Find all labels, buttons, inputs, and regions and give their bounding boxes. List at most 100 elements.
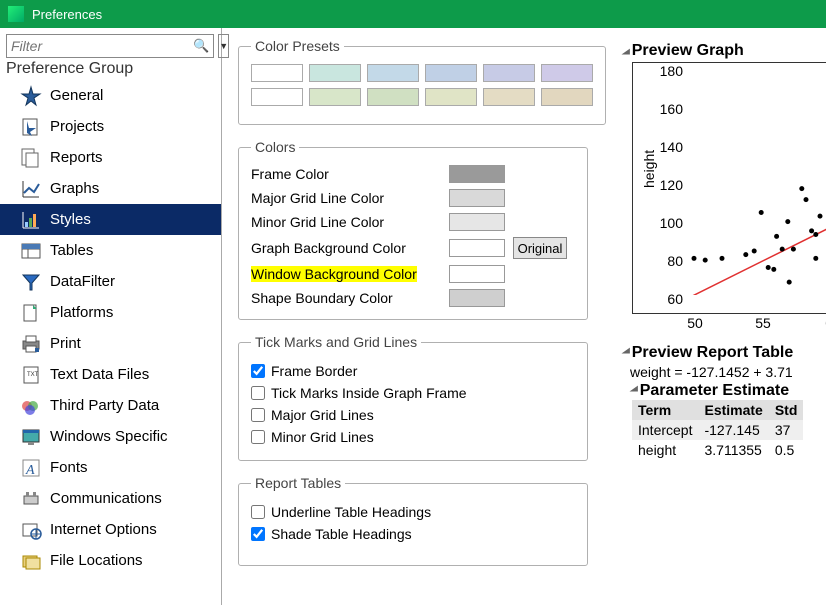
filter-input[interactable] — [11, 38, 193, 54]
tick-option-major-grid-lines[interactable]: Major Grid Lines — [251, 404, 575, 426]
sidebar-item-datafilter[interactable]: DataFilter — [0, 266, 221, 297]
sidebar-item-label: Projects — [50, 118, 104, 135]
ticks-legend: Tick Marks and Grid Lines — [251, 334, 421, 350]
sidebar-item-third-party-data[interactable]: Third Party Data — [0, 390, 221, 421]
sidebar-item-label: Tables — [50, 242, 93, 259]
styles-icon — [20, 209, 42, 231]
y-tick-label: 80 — [657, 253, 683, 269]
checkbox-label: Frame Border — [271, 363, 357, 379]
fonts-icon: A — [20, 457, 42, 479]
color-preset-swatch[interactable] — [541, 88, 593, 106]
window-title: Preferences — [32, 7, 102, 22]
sidebar-item-tables[interactable]: Tables — [0, 235, 221, 266]
sidebar-item-label: Communications — [50, 490, 162, 507]
checkbox[interactable] — [251, 527, 265, 541]
preview-graph-frame: height 1801601401201008060 50556 — [632, 62, 826, 314]
parameter-estimates-title: ◢ Parameter Estimate — [630, 382, 826, 400]
preview-graph-title: ◢ Preview Graph — [622, 42, 826, 60]
disclosure-icon[interactable]: ◢ — [622, 47, 630, 55]
sidebar-item-label: DataFilter — [50, 273, 115, 290]
checkbox[interactable] — [251, 505, 265, 519]
color-swatch[interactable] — [449, 165, 505, 183]
original-button[interactable]: Original — [513, 237, 567, 259]
sidebar-item-label: Text Data Files — [50, 366, 149, 383]
color-swatch[interactable] — [449, 213, 505, 231]
filter-icon — [20, 271, 42, 293]
color-row-label: Window Background Color — [251, 266, 441, 282]
tick-option-tick-marks-inside-graph-frame[interactable]: Tick Marks Inside Graph Frame — [251, 382, 575, 404]
checkbox[interactable] — [251, 408, 265, 422]
sidebar-item-label: Styles — [50, 211, 91, 228]
sidebar-item-text-data-files[interactable]: TXT Text Data Files — [0, 359, 221, 390]
sidebar-item-platforms[interactable]: Platforms — [0, 297, 221, 328]
color-swatch[interactable] — [449, 189, 505, 207]
search-icon[interactable]: 🔍 — [193, 38, 209, 54]
color-row-label: Major Grid Line Color — [251, 190, 441, 206]
sidebar-item-graphs[interactable]: Graphs — [0, 173, 221, 204]
color-swatch[interactable] — [449, 289, 505, 307]
sidebar-item-windows-specific[interactable]: Windows Specific — [0, 421, 221, 452]
x-tick-label: 55 — [755, 315, 771, 331]
color-preset-swatch[interactable] — [309, 88, 361, 106]
scatter-plot — [687, 75, 826, 295]
regression-equation: weight = -127.1452 + 3.71 — [630, 364, 826, 380]
svg-text:TXT: TXT — [27, 372, 39, 378]
sidebar-item-projects[interactable]: Projects — [0, 111, 221, 142]
color-swatch[interactable] — [449, 239, 505, 257]
report-option-underline-table-headings[interactable]: Underline Table Headings — [251, 501, 575, 523]
y-tick-label: 120 — [657, 177, 683, 193]
colors-group: Colors Frame ColorMajor Grid Line ColorM… — [238, 139, 588, 320]
table-header: Std — [769, 400, 804, 420]
sidebar-item-label: General — [50, 87, 103, 104]
sidebar-item-reports[interactable]: Reports — [0, 142, 221, 173]
tick-option-minor-grid-lines[interactable]: Minor Grid Lines — [251, 426, 575, 448]
color-preset-swatch[interactable] — [483, 64, 535, 82]
internet-icon — [20, 519, 42, 541]
sidebar-item-fonts[interactable]: AFonts — [0, 452, 221, 483]
reports-icon — [20, 147, 42, 169]
table-header: Term — [632, 400, 698, 420]
sidebar: 🔍 ▼ Preference Group GeneralProjectsRepo… — [0, 28, 222, 605]
checkbox[interactable] — [251, 364, 265, 378]
color-preset-swatch[interactable] — [425, 88, 477, 106]
filter-input-wrap[interactable]: 🔍 — [6, 34, 214, 58]
disclosure-icon[interactable]: ◢ — [630, 385, 638, 398]
graphs-icon — [20, 178, 42, 200]
color-presets-group: Color Presets — [238, 38, 606, 125]
table-cell: -127.145 — [698, 420, 768, 440]
y-axis-label: height — [641, 150, 657, 188]
color-preset-swatch[interactable] — [251, 64, 303, 82]
app-icon — [8, 6, 24, 22]
parameter-table: TermEstimateStdIntercept-127.14537height… — [632, 400, 803, 460]
y-tick-label: 140 — [657, 139, 683, 155]
sidebar-item-print[interactable]: Print — [0, 328, 221, 359]
sidebar-item-file-locations[interactable]: File Locations — [0, 545, 221, 576]
color-preset-swatch[interactable] — [309, 64, 361, 82]
tick-option-frame-border[interactable]: Frame Border — [251, 360, 575, 382]
checkbox[interactable] — [251, 386, 265, 400]
table-cell: 3.711355 — [698, 440, 768, 460]
color-swatch[interactable] — [449, 265, 505, 283]
sidebar-item-general[interactable]: General — [0, 80, 221, 111]
sidebar-item-label: Internet Options — [50, 521, 157, 538]
sidebar-item-label: Platforms — [50, 304, 113, 321]
color-preset-swatch[interactable] — [367, 88, 419, 106]
projects-icon — [20, 116, 42, 138]
report-option-shade-table-headings[interactable]: Shade Table Headings — [251, 523, 575, 545]
star-icon — [20, 85, 42, 107]
table-row: height3.7113550.5 — [632, 440, 803, 460]
color-row-label: Minor Grid Line Color — [251, 214, 441, 230]
title-bar: Preferences — [0, 0, 826, 28]
color-preset-swatch[interactable] — [425, 64, 477, 82]
sidebar-item-internet-options[interactable]: Internet Options — [0, 514, 221, 545]
color-preset-swatch[interactable] — [251, 88, 303, 106]
color-preset-swatch[interactable] — [367, 64, 419, 82]
color-row-label: Shape Boundary Color — [251, 290, 441, 306]
sidebar-item-label: Reports — [50, 149, 103, 166]
sidebar-item-communications[interactable]: Communications — [0, 483, 221, 514]
sidebar-item-styles[interactable]: Styles — [0, 204, 221, 235]
disclosure-icon[interactable]: ◢ — [622, 347, 630, 360]
color-preset-swatch[interactable] — [483, 88, 535, 106]
color-preset-swatch[interactable] — [541, 64, 593, 82]
checkbox[interactable] — [251, 430, 265, 444]
